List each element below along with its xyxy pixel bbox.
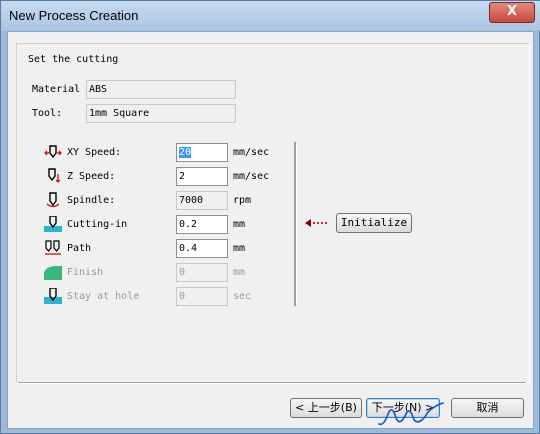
z-speed-unit: mm/sec xyxy=(233,171,270,182)
z-speed-label: Z Speed: xyxy=(67,171,116,182)
path-label: Path xyxy=(67,243,92,254)
back-button[interactable]: < 上一步(B) xyxy=(290,398,362,418)
cutting-in-icon xyxy=(44,216,62,232)
finish-input[interactable]: 0 xyxy=(176,263,228,282)
xy-speed-input[interactable]: 20 xyxy=(176,143,228,162)
section-title: Set the cutting xyxy=(28,54,119,65)
spindle-icon xyxy=(46,192,60,208)
path-input[interactable]: 0.4 xyxy=(176,239,228,258)
stay-at-hole-input[interactable]: 0 xyxy=(176,287,228,306)
spindle-unit: rpm xyxy=(233,195,252,206)
z-speed-icon xyxy=(48,168,61,183)
xy-speed-icon xyxy=(44,145,62,159)
cancel-button[interactable]: 取消 xyxy=(451,398,524,418)
arrow-left-icon xyxy=(305,219,329,227)
path-icon xyxy=(45,240,61,255)
title-bar[interactable]: New Process Creation X xyxy=(1,1,540,31)
finish-icon xyxy=(44,266,62,280)
z-speed-input[interactable]: 2 xyxy=(176,167,228,186)
close-button[interactable]: X xyxy=(489,2,535,23)
xy-speed-label: XY Speed: xyxy=(67,147,122,158)
material-value: ABS xyxy=(86,80,236,99)
cutting-in-unit: mm xyxy=(233,219,246,230)
tool-value: 1mm Square xyxy=(86,104,236,123)
finish-unit: mm xyxy=(233,267,246,278)
cutting-in-label: Cutting-in xyxy=(67,219,128,230)
window-title: New Process Creation xyxy=(9,8,139,23)
material-label: Material xyxy=(32,84,81,95)
initialize-button[interactable]: Initialize xyxy=(336,213,412,233)
handwritten-signature-icon xyxy=(378,402,444,426)
finish-label: Finish xyxy=(67,267,104,278)
xy-speed-unit: mm/sec xyxy=(233,147,270,158)
stay-at-hole-icon xyxy=(44,288,62,304)
cutting-in-input[interactable]: 0.2 xyxy=(176,215,228,234)
spindle-value: 7000 xyxy=(176,191,228,210)
vertical-divider xyxy=(294,142,297,306)
tool-label: Tool: xyxy=(32,108,63,119)
footer-divider xyxy=(18,382,526,384)
stay-at-hole-label: Stay at hole xyxy=(67,291,140,302)
stay-at-hole-unit: sec xyxy=(233,291,252,302)
path-unit: mm xyxy=(233,243,246,254)
spindle-label: Spindle: xyxy=(67,195,116,206)
